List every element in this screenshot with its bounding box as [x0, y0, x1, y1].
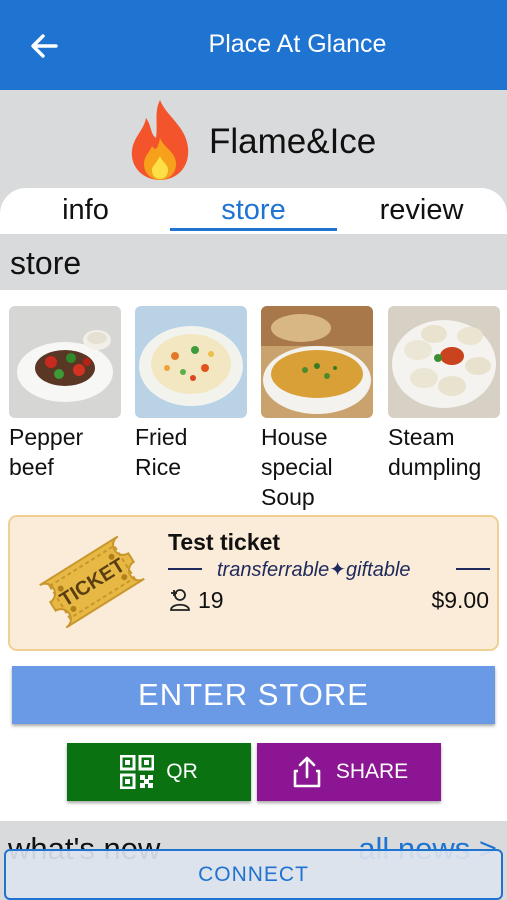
store-content: Pepper beef Fried Rice House special Sou…	[0, 290, 507, 821]
product-image	[261, 306, 373, 418]
product-name: Steam dumpling	[388, 424, 482, 480]
ticket-title: Test ticket	[168, 529, 281, 555]
product-card[interactable]: Pepper beef	[9, 306, 121, 482]
ticket-price: $9.00	[431, 587, 489, 613]
product-image	[388, 306, 500, 418]
enter-store-button[interactable]: ENTER STORE	[12, 666, 495, 724]
ticket-card[interactable]: TICKET Test ticket transferrable✦giftabl…	[8, 515, 499, 651]
share-label: SHARE	[335, 760, 409, 783]
tab-info[interactable]: info	[2, 194, 169, 227]
section-header: store	[0, 234, 507, 290]
product-card[interactable]: Fried Rice	[135, 306, 247, 482]
tab-indicator	[170, 228, 337, 231]
qr-code-icon	[120, 755, 155, 789]
product-card[interactable]: House special Soup	[261, 306, 373, 512]
qr-label: QR	[166, 760, 198, 783]
product-card[interactable]: Steam dumpling	[388, 306, 500, 482]
ticket-count: 19	[198, 587, 224, 613]
tab-store[interactable]: store	[170, 194, 337, 227]
tab-review[interactable]: review	[338, 194, 505, 227]
ticket-tags: transferrable✦giftable	[217, 559, 411, 581]
ticket-icon: TICKET	[39, 535, 145, 629]
place-header: Flame&Ice	[0, 90, 507, 190]
product-image	[9, 306, 121, 418]
product-name: Fried Rice	[135, 424, 188, 480]
app-title: Place At Glance	[208, 30, 387, 58]
app-bar: Place At Glance	[0, 0, 507, 90]
flame-icon	[131, 100, 189, 180]
product-image	[135, 306, 247, 418]
person-add-icon	[170, 589, 190, 611]
divider	[456, 568, 490, 570]
divider	[168, 568, 202, 570]
place-name: Flame&Ice	[209, 122, 377, 161]
qr-button[interactable]: QR	[67, 743, 251, 801]
product-list: Pepper beef Fried Rice House special Sou…	[0, 306, 507, 510]
connect-button[interactable]: CONNECT	[4, 849, 503, 900]
product-name: House special Soup	[261, 424, 333, 510]
section-title: store	[10, 245, 82, 281]
product-name: Pepper beef	[9, 424, 84, 480]
share-button[interactable]: SHARE	[257, 743, 441, 801]
share-icon	[293, 756, 321, 788]
